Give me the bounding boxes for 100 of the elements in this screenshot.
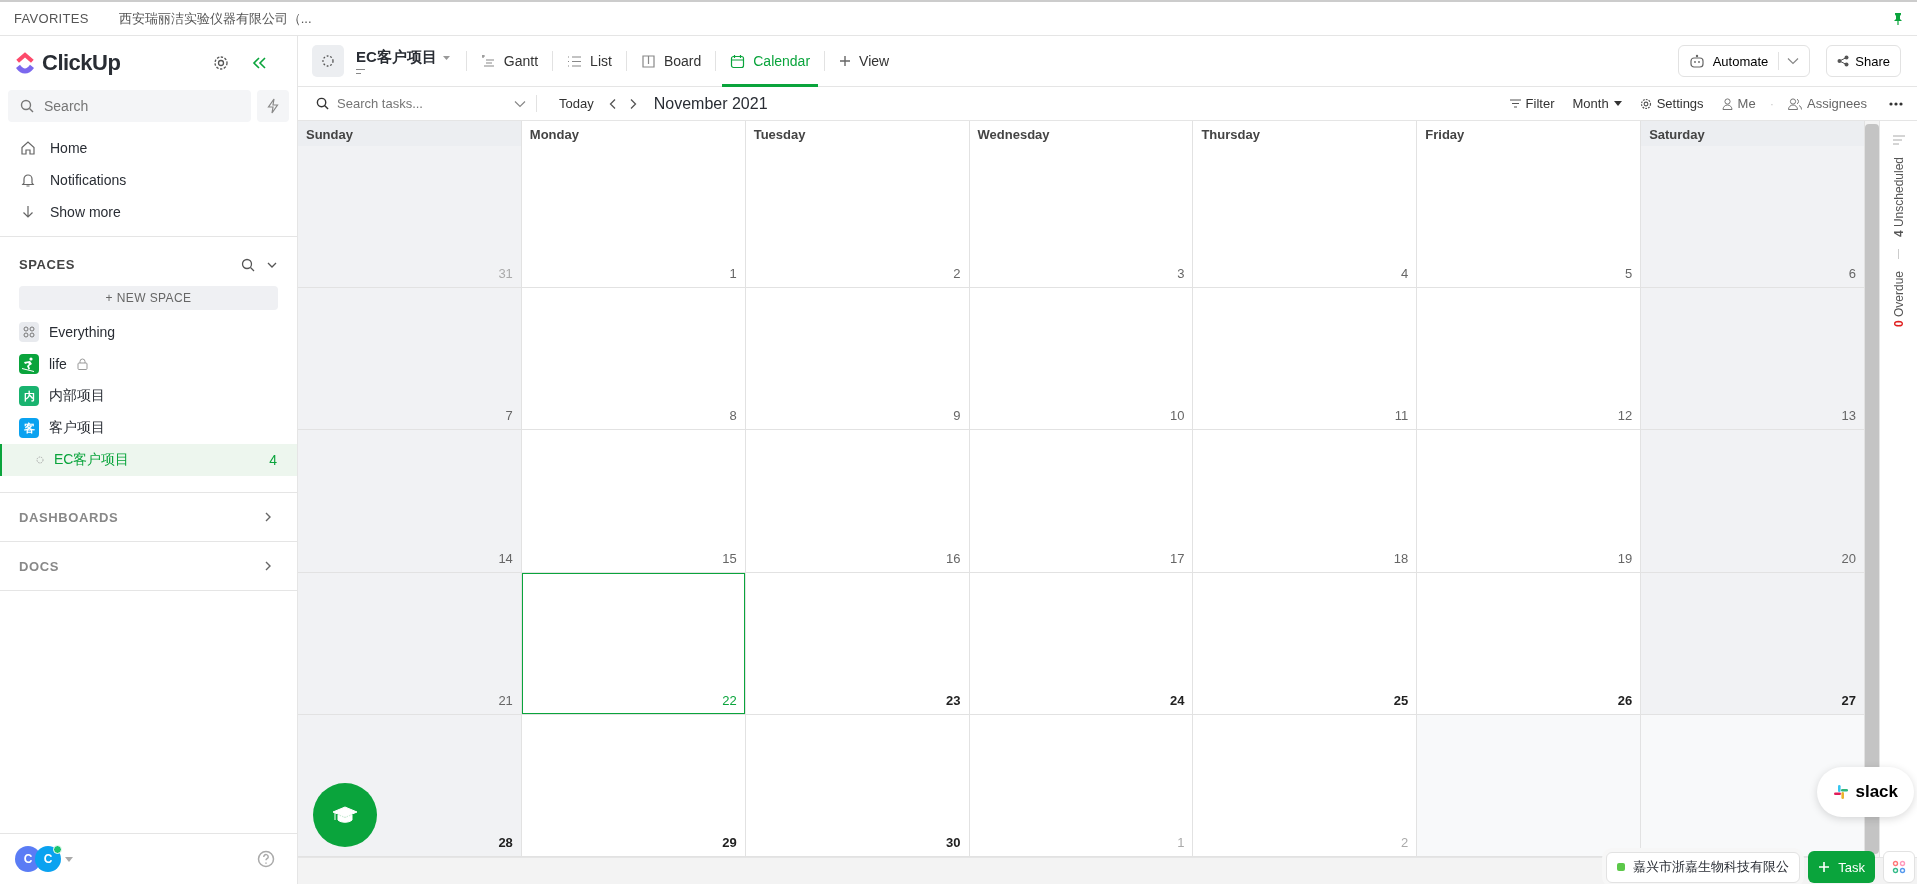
search-icon [316,97,329,110]
spinner-icon [321,54,335,68]
section-title[interactable]: DASHBOARDS [19,509,119,525]
lightning-button[interactable] [257,90,289,122]
slack-button[interactable]: slack [1817,767,1914,817]
favorites-label: FAVORITES [14,11,89,26]
task-search-input[interactable]: Search tasks... [335,95,508,112]
view-tab[interactable]: Gantt [472,35,547,87]
me-filter-button[interactable]: Me [1717,96,1760,111]
add-view-button[interactable]: View [831,35,898,87]
day-cell[interactable]: 27 [1641,572,1865,715]
nav-link[interactable]: Home [50,140,88,156]
slack-logo-icon [1833,784,1850,800]
caret-icon [1613,101,1622,106]
nav-link[interactable]: Notifications [50,172,127,188]
apps-icon [1892,860,1906,874]
day-cell[interactable]: 11 [1193,288,1418,431]
apps-button[interactable] [1883,851,1915,883]
day-cell[interactable] [1417,714,1642,857]
day-cell[interactable]: 29 [521,714,746,857]
assignees-button[interactable]: Assignees [1784,96,1871,111]
month-dropdown[interactable]: Month [1568,96,1626,111]
day-cell[interactable]: 21 [298,572,522,715]
robot-icon [1688,53,1705,69]
day-cell[interactable]: 16 [745,430,970,573]
day-cell[interactable]: 17 [969,430,1194,573]
search-icon[interactable] [241,257,255,272]
day-cell[interactable]: 10 [969,288,1194,431]
search-input[interactable]: Search [42,97,239,115]
space-item[interactable]: 客 客户项目 [0,412,297,444]
day-cell[interactable]: 23 [745,572,970,715]
filter-icon [1509,99,1521,108]
help-icon[interactable] [257,850,275,868]
day-cell[interactable]: 24 [969,572,1194,715]
filter-button[interactable]: Filter [1505,96,1559,111]
collapse-icon[interactable] [251,56,267,70]
day-cell[interactable]: 14 [298,430,522,573]
add-task-button[interactable]: Task [1808,851,1875,883]
pin-icon[interactable] [1893,12,1903,25]
weekday-header: Saturday [1641,121,1865,146]
separator-dot: · [1769,96,1774,111]
view-tab[interactable]: Board [632,35,710,87]
space-item[interactable]: Everything [0,316,297,348]
day-cell[interactable]: 2 [745,146,970,289]
favorite-item[interactable]: 西安瑞丽洁实验仪器有限公司（... [118,9,312,28]
day-cell[interactable]: 3 [969,146,1194,289]
list-view-icon [567,53,583,69]
chevron-left-icon[interactable] [607,97,618,110]
settings-button[interactable]: Settings [1635,96,1708,111]
section-title[interactable]: DOCS [19,558,59,574]
day-cell[interactable]: 13 [1641,288,1865,431]
day-cell[interactable]: 22 [521,572,746,715]
graduation-cap-icon [332,806,358,824]
calendar-view-icon [730,53,746,69]
day-cell[interactable]: 6 [1641,146,1865,289]
chevron-right-icon[interactable] [263,511,273,523]
space-item[interactable]: life [0,348,297,380]
day-cell[interactable]: 4 [1193,146,1418,289]
space-avatar: 内 [19,386,39,406]
plus-icon [1818,861,1831,873]
unscheduled-tab[interactable]: 4 Unscheduled [1891,157,1906,238]
task-search-field[interactable]: Search tasks... [316,95,537,112]
space-item[interactable]: 内 内部项目 [0,380,297,412]
settings-icon [1639,97,1652,110]
arrow-down-icon [20,204,36,220]
day-cell[interactable]: 9 [745,288,970,431]
description-icon[interactable] [356,69,365,74]
day-cell[interactable]: 15 [521,430,746,573]
task-count: 4 [269,452,277,468]
day-cell[interactable]: 25 [1193,572,1418,715]
view-tab[interactable]: Calendar [722,35,819,87]
status-square-icon [1617,863,1626,871]
today-button[interactable]: Today [555,96,598,111]
caret-icon[interactable] [65,856,73,862]
day-cell[interactable]: 18 [1193,430,1418,573]
weekday-header: Wednesday [969,121,1194,146]
day-cell[interactable]: 7 [298,288,522,431]
day-cell[interactable]: 20 [1641,430,1865,573]
logo-text: ClickUp [42,50,121,76]
day-cell[interactable]: 1 [521,146,746,289]
month-title: November 2021 [653,94,768,113]
search-field[interactable]: Search [8,90,251,122]
share-button[interactable]: Share [1826,45,1901,77]
space-avatar: 客 [19,418,39,438]
day-cell[interactable]: 8 [521,288,746,431]
nav-link[interactable]: Show more [50,204,121,220]
settings-icon[interactable] [213,55,229,71]
user-icon [1721,97,1733,110]
bell-icon [20,172,36,188]
view-tab[interactable]: List [559,35,620,87]
new-space-button[interactable]: + NEW SPACE [19,286,278,310]
list-title[interactable]: EC客户项目 [356,48,437,67]
plus-icon [839,55,852,67]
caret-icon[interactable] [442,55,450,60]
more-icon[interactable] [1889,101,1903,106]
overdue-tab[interactable]: 0 Overdue [1891,271,1906,328]
chevron-right-icon[interactable] [263,560,273,572]
logo-icon [14,51,36,75]
day-cell[interactable]: 30 [745,714,970,857]
lightning-icon [267,98,279,114]
